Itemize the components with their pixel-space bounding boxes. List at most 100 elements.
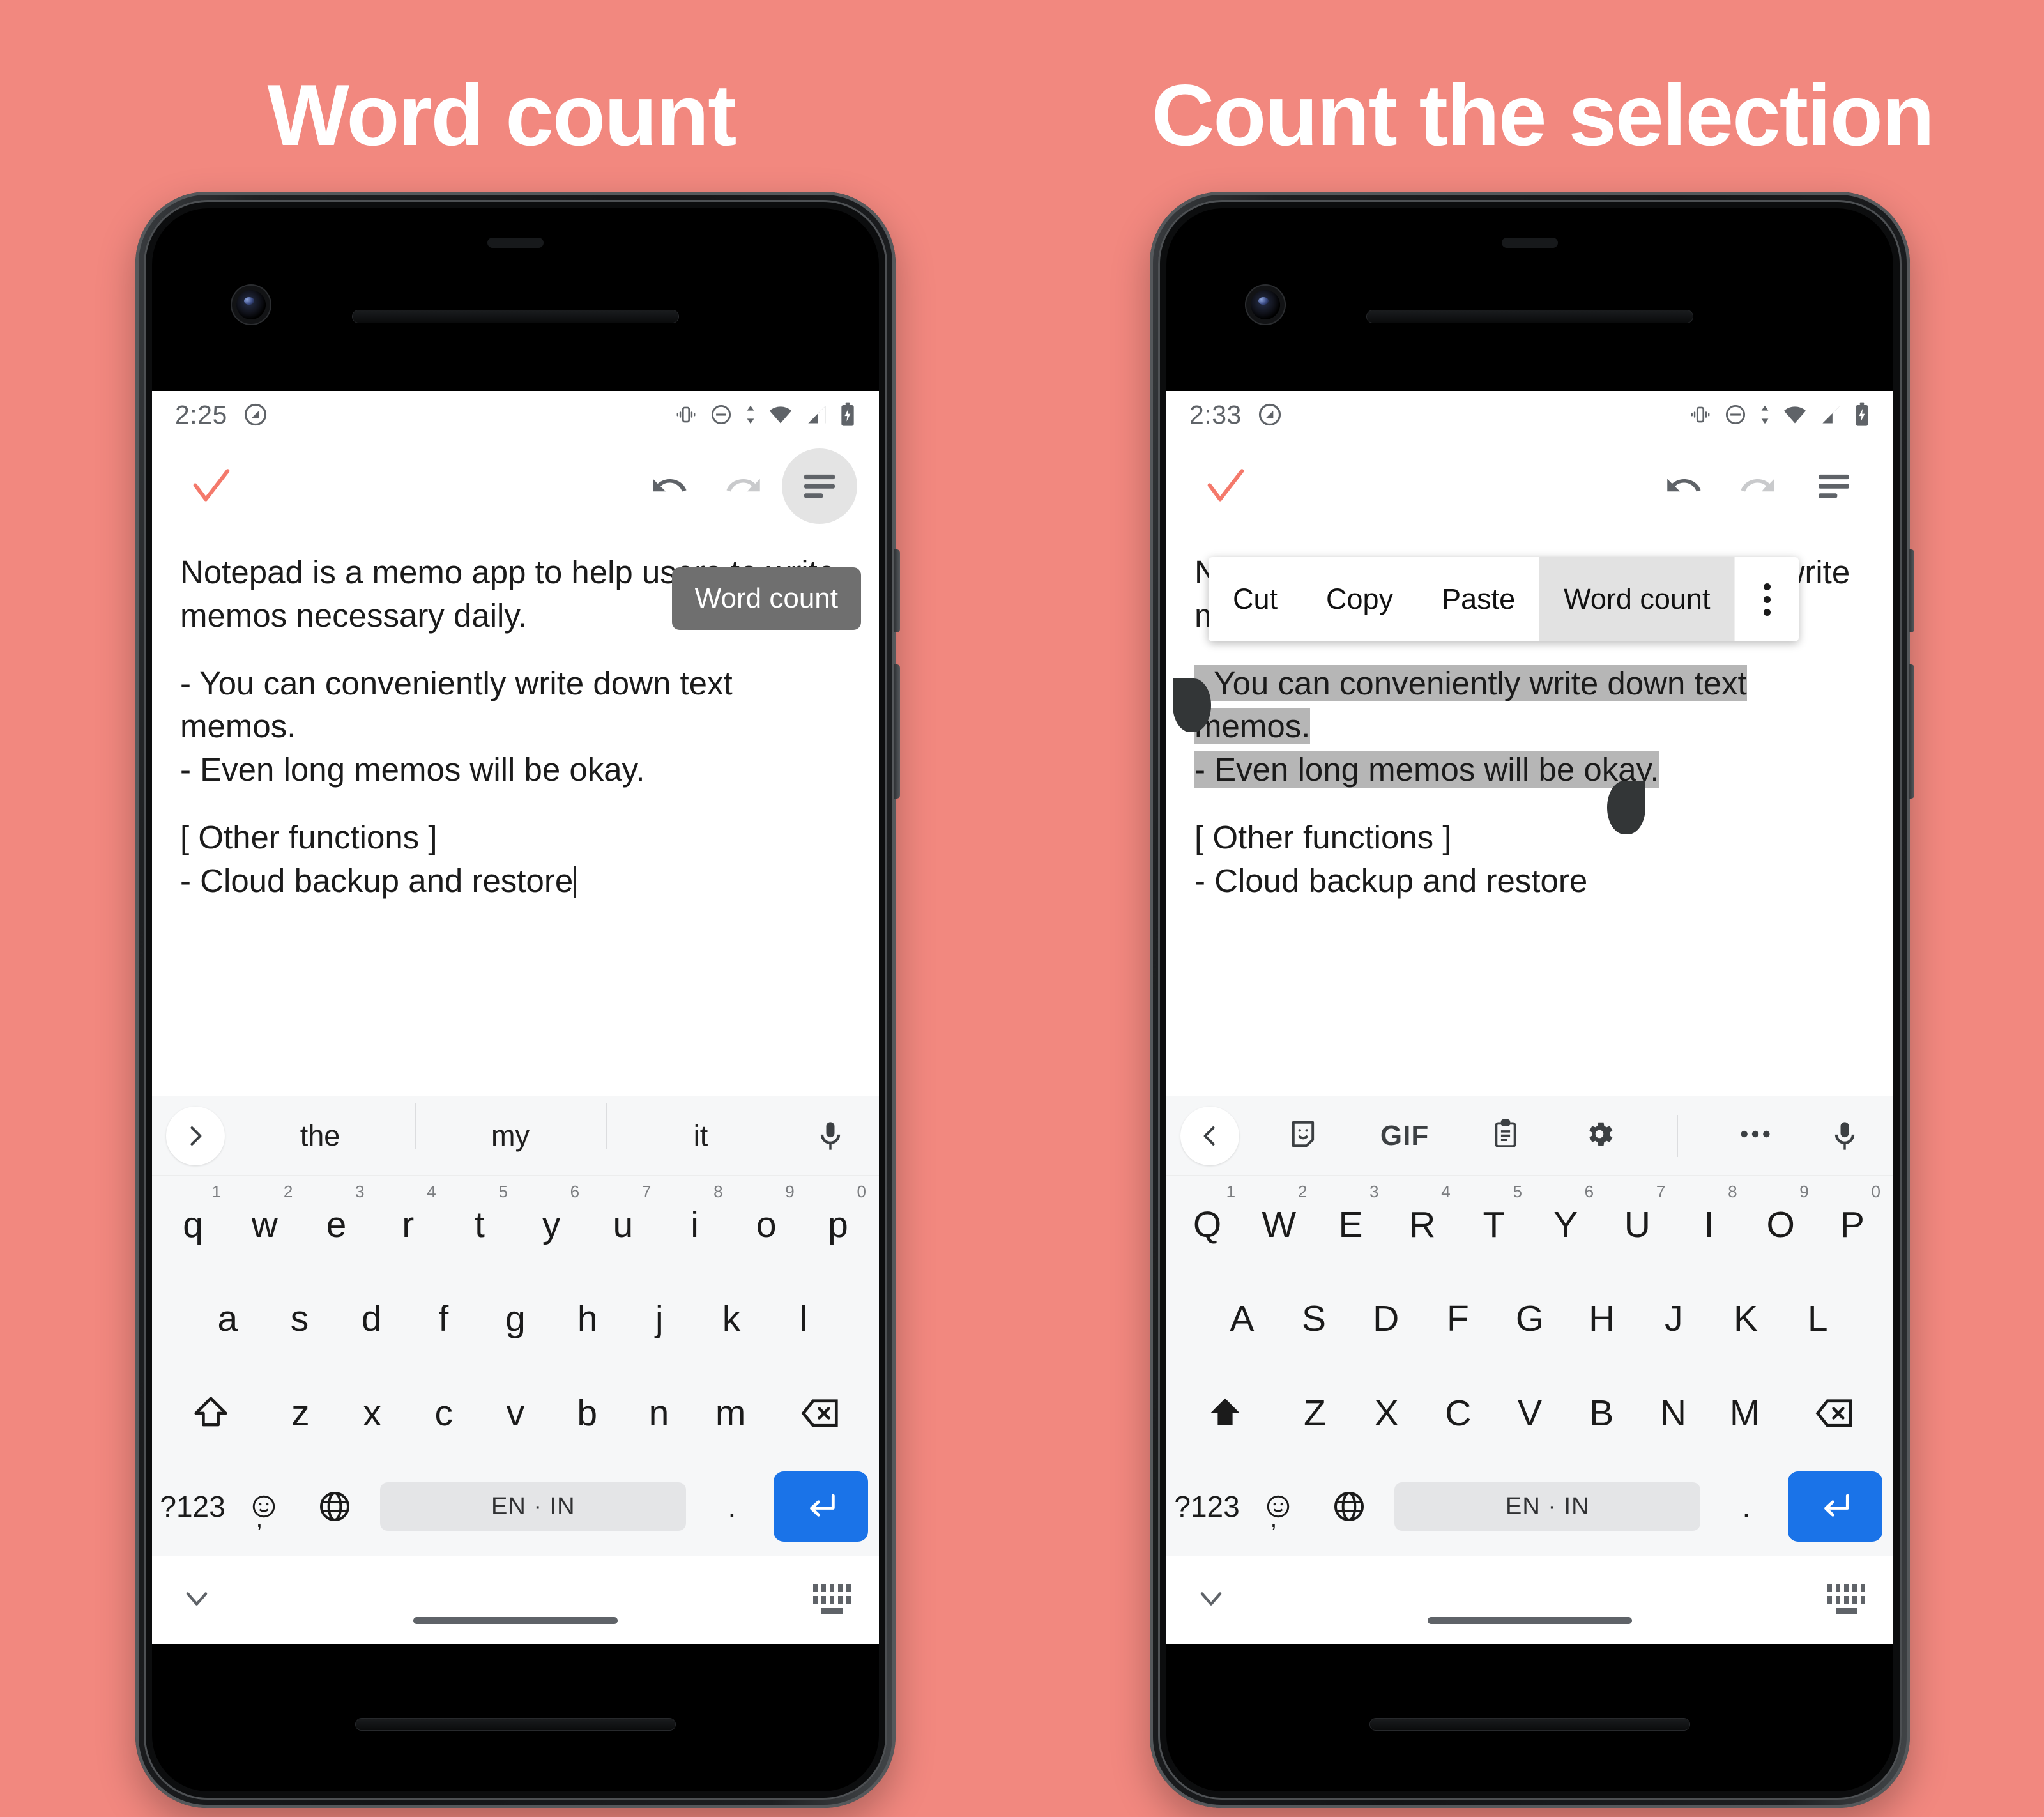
key[interactable]: S xyxy=(1278,1273,1350,1365)
key[interactable]: 1Q xyxy=(1171,1179,1243,1270)
enter-key[interactable] xyxy=(1781,1463,1888,1550)
key[interactable]: J xyxy=(1638,1273,1710,1365)
more-vertical-icon[interactable] xyxy=(1734,557,1799,641)
key[interactable]: 5t xyxy=(444,1179,515,1270)
space-key[interactable]: EN · IN xyxy=(370,1463,696,1550)
power-button[interactable] xyxy=(894,549,900,632)
key[interactable]: n xyxy=(623,1367,694,1459)
context-menu-item-word-count[interactable]: Word count xyxy=(1539,557,1735,641)
key[interactable]: f xyxy=(408,1273,480,1365)
chevron-right-icon[interactable] xyxy=(166,1106,225,1165)
emoji-icon[interactable]: , xyxy=(1242,1463,1313,1550)
suggestion-item[interactable]: my xyxy=(415,1102,606,1153)
note-editor[interactable]: Notepad is a memo app to help users to w… xyxy=(152,534,879,1096)
volume-button[interactable] xyxy=(1909,664,1914,799)
key[interactable]: 5T xyxy=(1458,1179,1530,1270)
undo-icon[interactable] xyxy=(631,448,706,524)
chevron-down-icon[interactable] xyxy=(180,1582,213,1615)
key[interactable]: v xyxy=(480,1367,551,1459)
redo-icon[interactable] xyxy=(706,448,782,524)
key[interactable]: K xyxy=(1710,1273,1782,1365)
key[interactable]: d xyxy=(335,1273,408,1365)
key[interactable]: V xyxy=(1494,1367,1566,1459)
period-key[interactable]: . xyxy=(1711,1463,1781,1550)
key[interactable]: 1q xyxy=(157,1179,229,1270)
key[interactable]: 6Y xyxy=(1530,1179,1601,1270)
redo-icon[interactable] xyxy=(1721,448,1796,524)
gif-icon[interactable]: GIF xyxy=(1380,1120,1429,1152)
key[interactable]: D xyxy=(1350,1273,1422,1365)
word-count-menu-icon[interactable] xyxy=(782,448,857,524)
key[interactable]: b xyxy=(551,1367,623,1459)
key[interactable]: a xyxy=(192,1273,264,1365)
key[interactable]: 9O xyxy=(1745,1179,1817,1270)
key[interactable]: M xyxy=(1709,1367,1781,1459)
key[interactable]: 0p xyxy=(802,1179,874,1270)
key[interactable]: A xyxy=(1206,1273,1278,1365)
check-icon[interactable] xyxy=(174,448,249,524)
key[interactable]: z xyxy=(264,1367,336,1459)
power-button[interactable] xyxy=(1909,549,1914,632)
chevron-left-icon[interactable] xyxy=(1180,1106,1239,1165)
enter-key[interactable] xyxy=(767,1463,874,1550)
key[interactable]: H xyxy=(1566,1273,1638,1365)
undo-icon[interactable] xyxy=(1645,448,1721,524)
key[interactable]: N xyxy=(1637,1367,1709,1459)
home-gesture-bar[interactable] xyxy=(1428,1617,1632,1624)
key[interactable]: B xyxy=(1566,1367,1637,1459)
volume-button[interactable] xyxy=(894,664,900,799)
clipboard-icon[interactable] xyxy=(1490,1117,1522,1154)
space-key[interactable]: EN · IN xyxy=(1384,1463,1711,1550)
key[interactable]: G xyxy=(1494,1273,1566,1365)
key[interactable]: X xyxy=(1351,1367,1422,1459)
key[interactable]: L xyxy=(1781,1273,1854,1365)
context-menu-item-paste[interactable]: Paste xyxy=(1417,557,1539,641)
key[interactable]: j xyxy=(623,1273,696,1365)
backspace-icon[interactable] xyxy=(766,1367,874,1459)
key[interactable]: 4R xyxy=(1387,1179,1458,1270)
suggestion-item[interactable]: it xyxy=(606,1102,796,1153)
context-menu-item-copy[interactable]: Copy xyxy=(1302,557,1417,641)
key[interactable]: s xyxy=(264,1273,336,1365)
key[interactable]: c xyxy=(408,1367,480,1459)
key[interactable]: 3e xyxy=(300,1179,372,1270)
microphone-icon[interactable] xyxy=(1810,1119,1879,1153)
key[interactable]: 8i xyxy=(659,1179,730,1270)
suggestion-item[interactable]: the xyxy=(225,1119,415,1153)
period-key[interactable]: . xyxy=(696,1463,767,1550)
key[interactable]: F xyxy=(1422,1273,1494,1365)
symbols-key[interactable]: ?123 xyxy=(1171,1463,1242,1550)
key[interactable]: g xyxy=(480,1273,552,1365)
context-menu-item-cut[interactable]: Cut xyxy=(1209,557,1302,641)
key[interactable]: x xyxy=(337,1367,408,1459)
home-gesture-bar[interactable] xyxy=(413,1617,618,1624)
key[interactable]: h xyxy=(551,1273,623,1365)
key[interactable]: 2W xyxy=(1243,1179,1315,1270)
selection-handle-start[interactable] xyxy=(1173,678,1211,732)
symbols-key[interactable]: ?123 xyxy=(157,1463,228,1550)
key[interactable]: k xyxy=(696,1273,768,1365)
key[interactable]: m xyxy=(695,1367,766,1459)
key[interactable]: C xyxy=(1422,1367,1494,1459)
backspace-icon[interactable] xyxy=(1781,1367,1888,1459)
check-icon[interactable] xyxy=(1188,448,1263,524)
key[interactable]: 9o xyxy=(731,1179,802,1270)
key[interactable]: l xyxy=(767,1273,839,1365)
shift-filled-icon[interactable] xyxy=(1171,1367,1279,1459)
key[interactable]: 6y xyxy=(515,1179,587,1270)
key[interactable]: 7U xyxy=(1601,1179,1673,1270)
settings-gear-icon[interactable] xyxy=(1583,1117,1616,1154)
key[interactable]: 7u xyxy=(587,1179,659,1270)
more-horizontal-icon[interactable] xyxy=(1739,1128,1772,1144)
sticker-icon[interactable] xyxy=(1286,1117,1320,1154)
globe-icon[interactable] xyxy=(1313,1463,1384,1550)
keyboard-switch-icon[interactable] xyxy=(1827,1583,1865,1614)
key[interactable]: 3E xyxy=(1315,1179,1386,1270)
selection-handle-end[interactable] xyxy=(1607,781,1645,834)
key[interactable]: Z xyxy=(1279,1367,1350,1459)
key[interactable]: 8I xyxy=(1673,1179,1744,1270)
word-count-menu-icon[interactable] xyxy=(1796,448,1872,524)
keyboard-switch-icon[interactable] xyxy=(813,1583,851,1614)
chevron-down-icon[interactable] xyxy=(1194,1582,1228,1615)
microphone-icon[interactable] xyxy=(796,1119,865,1153)
